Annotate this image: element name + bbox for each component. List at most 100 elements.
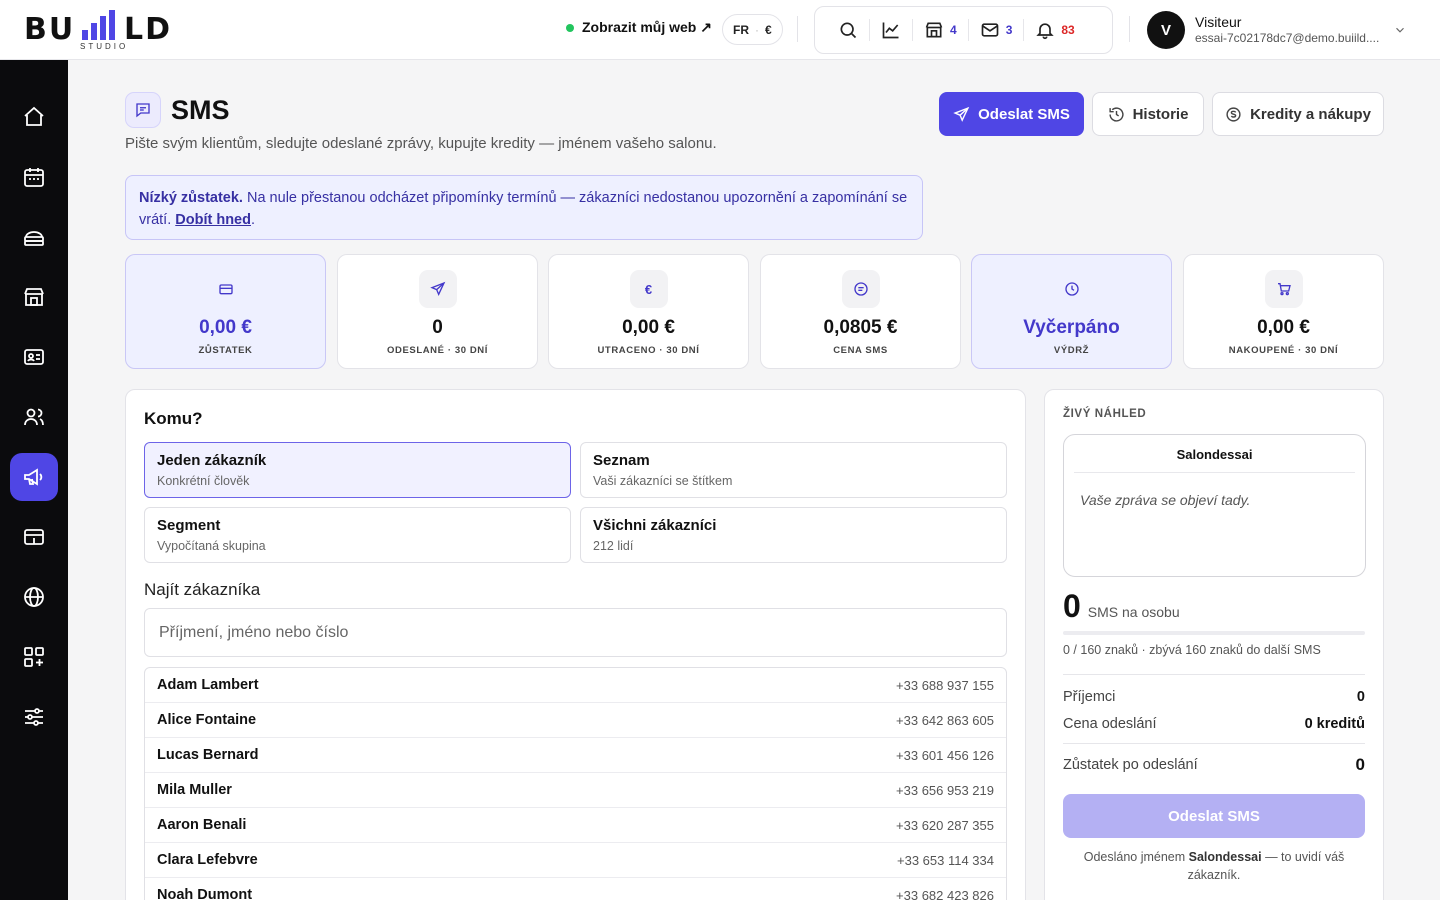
sidebar-item-services[interactable] bbox=[10, 213, 58, 261]
stat-card-spent: € 0,00 € UTRACENO · 30 DNÍ bbox=[548, 254, 749, 369]
customer-phone: +33 656 953 219 bbox=[896, 782, 994, 798]
message-circle-icon bbox=[853, 282, 868, 296]
phone-preview: Salondessai Vaše zpráva se objeví tady. bbox=[1063, 434, 1366, 577]
send-sms-submit-button[interactable]: Odeslat SMS bbox=[1063, 794, 1365, 838]
user-email: essai-7c02178dc7@demo.buiild.... bbox=[1195, 31, 1380, 45]
customer-phone: +33 620 287 355 bbox=[896, 817, 994, 833]
divider bbox=[1063, 743, 1365, 744]
euro-icon: € bbox=[644, 281, 653, 297]
list-item[interactable]: Noah Dumont +33 682 423 826 bbox=[145, 878, 1006, 900]
customer-list: Adam Lambert +33 688 937 155 Alice Fontai… bbox=[144, 667, 1007, 900]
currency-symbol: € bbox=[765, 22, 772, 37]
stat-card-balance: 0,00 € ZŮSTATEK bbox=[125, 254, 326, 369]
messages-button[interactable]: 3 bbox=[969, 6, 1024, 54]
sidebar-item-home[interactable] bbox=[10, 93, 58, 141]
apps-icon bbox=[24, 647, 44, 667]
customer-phone: +33 642 863 605 bbox=[896, 712, 994, 728]
brand-subtitle: STUDIO bbox=[80, 42, 129, 51]
option-title: Segment bbox=[157, 517, 221, 534]
stat-card-purchased: 0,00 € NAKOUPENÉ · 30 DNÍ bbox=[1183, 254, 1384, 369]
recipient-option-list[interactable]: Seznam Vaši zákazníci se štítkem bbox=[580, 442, 1007, 498]
recipients-label: Příjemci bbox=[1063, 689, 1116, 705]
history-button[interactable]: Historie bbox=[1092, 92, 1204, 136]
list-item[interactable]: Aaron Benali +33 620 287 355 bbox=[145, 808, 1006, 843]
stat-value: 0,00 € bbox=[199, 317, 252, 338]
customer-phone: +33 601 456 126 bbox=[896, 747, 994, 763]
divider bbox=[797, 16, 798, 42]
sidebar-item-contacts[interactable] bbox=[10, 333, 58, 381]
stat-label: ODESLANÉ · 30 DNÍ bbox=[387, 345, 488, 356]
logo-bars-mark bbox=[82, 10, 115, 40]
chevron-down-icon[interactable] bbox=[1393, 23, 1407, 37]
send-sms-button[interactable]: Odeslat SMS bbox=[939, 92, 1084, 136]
coin-icon bbox=[1226, 106, 1241, 122]
avatar: V bbox=[1147, 11, 1185, 49]
customer-phone: +33 682 423 826 bbox=[896, 887, 994, 900]
sidebar-item-marketing[interactable] bbox=[10, 453, 58, 501]
option-subtitle: Konkrétní člověk bbox=[157, 474, 250, 488]
calendar-icon bbox=[24, 168, 44, 187]
list-item[interactable]: Adam Lambert +33 688 937 155 bbox=[145, 668, 1006, 703]
sidebar bbox=[0, 60, 68, 900]
search-icon bbox=[840, 22, 857, 39]
clock-icon bbox=[1064, 282, 1079, 296]
customer-search-input[interactable] bbox=[144, 608, 1007, 657]
list-item[interactable]: Lucas Bernard +33 601 456 126 bbox=[145, 738, 1006, 773]
analytics-button[interactable] bbox=[870, 6, 912, 54]
lang-separator: · bbox=[755, 22, 759, 37]
stat-card-runway: Vyčerpáno VÝDRŽ bbox=[971, 254, 1172, 369]
notifications-button[interactable]: 83 bbox=[1024, 6, 1085, 54]
sidebar-item-store[interactable] bbox=[10, 273, 58, 321]
list-item[interactable]: Mila Muller +33 656 953 219 bbox=[145, 773, 1006, 808]
search-button[interactable] bbox=[827, 6, 869, 54]
recipient-option-single[interactable]: Jeden zákazník Konkrétní člověk bbox=[144, 442, 571, 498]
option-subtitle: 212 lidí bbox=[593, 539, 634, 553]
stat-label: UTRACENO · 30 DNÍ bbox=[597, 345, 700, 356]
store-button[interactable]: 4 bbox=[913, 6, 968, 54]
language-currency-selector[interactable]: FR · € bbox=[722, 14, 783, 45]
customer-phone: +33 688 937 155 bbox=[896, 677, 994, 693]
list-item[interactable]: Alice Fontaine +33 642 863 605 bbox=[145, 703, 1006, 738]
recipient-option-segment[interactable]: Segment Vypočítaná skupina bbox=[144, 507, 571, 563]
customer-name: Adam Lambert bbox=[157, 677, 259, 693]
contact-card-icon bbox=[24, 349, 44, 365]
view-website-link[interactable]: Zobrazit můj web ↗ bbox=[566, 19, 712, 36]
history-label: Historie bbox=[1132, 105, 1189, 123]
balance-after-row: Zůstatek po odeslání 0 bbox=[1063, 755, 1365, 775]
option-subtitle: Vaši zákazníci se štítkem bbox=[593, 474, 733, 488]
credits-label: Kredity a nákupy bbox=[1250, 105, 1371, 123]
divider bbox=[1063, 674, 1365, 675]
option-subtitle: Vypočítaná skupina bbox=[157, 539, 266, 553]
user-info: Visiteur essai-7c02178dc7@demo.buiild...… bbox=[1195, 14, 1385, 46]
credits-button[interactable]: Kredity a nákupy bbox=[1212, 92, 1384, 136]
sidebar-item-payments[interactable] bbox=[10, 513, 58, 561]
sidebar-item-calendar[interactable] bbox=[10, 153, 58, 201]
user-menu[interactable]: V Visiteur essai-7c02178dc7@demo.buiild.… bbox=[1147, 11, 1385, 49]
mail-icon bbox=[981, 23, 999, 37]
store-count: 4 bbox=[950, 23, 957, 37]
settings-sliders-icon bbox=[25, 708, 43, 726]
send-icon bbox=[429, 281, 445, 296]
recipients-value: 0 bbox=[1356, 689, 1365, 705]
customer-name: Mila Muller bbox=[157, 782, 232, 798]
option-title: Všichni zákazníci bbox=[593, 517, 717, 534]
stat-label: ZŮSTATEK bbox=[198, 345, 253, 356]
message-placeholder: Vaše zpráva se objeví tady. bbox=[1080, 492, 1251, 508]
store-icon bbox=[24, 288, 44, 306]
top-up-link[interactable]: Dobít hned bbox=[175, 212, 251, 228]
mail-count: 3 bbox=[1005, 23, 1013, 37]
toolbar-group: 4 3 83 bbox=[814, 6, 1113, 54]
send-icon bbox=[953, 106, 970, 122]
brand-logo[interactable]: BU LD STUDIO bbox=[24, 10, 184, 52]
stat-icon-wrap bbox=[1053, 270, 1091, 308]
list-item[interactable]: Clara Lefebvre +33 653 114 334 bbox=[145, 843, 1006, 878]
sms-page-icon bbox=[125, 92, 161, 128]
sidebar-item-apps[interactable] bbox=[10, 633, 58, 681]
preview-label: ŽIVÝ NÁHLED bbox=[1063, 408, 1147, 420]
sent-as-note: Odesláno jménem Salondessai — to uvidí v… bbox=[1063, 848, 1365, 884]
sidebar-item-settings[interactable] bbox=[10, 693, 58, 741]
sidebar-item-team[interactable] bbox=[10, 393, 58, 441]
sidebar-item-website[interactable] bbox=[10, 573, 58, 621]
recipient-option-all[interactable]: Všichni zákazníci 212 lidí bbox=[580, 507, 1007, 563]
cost-label: Cena odeslání bbox=[1063, 716, 1157, 732]
